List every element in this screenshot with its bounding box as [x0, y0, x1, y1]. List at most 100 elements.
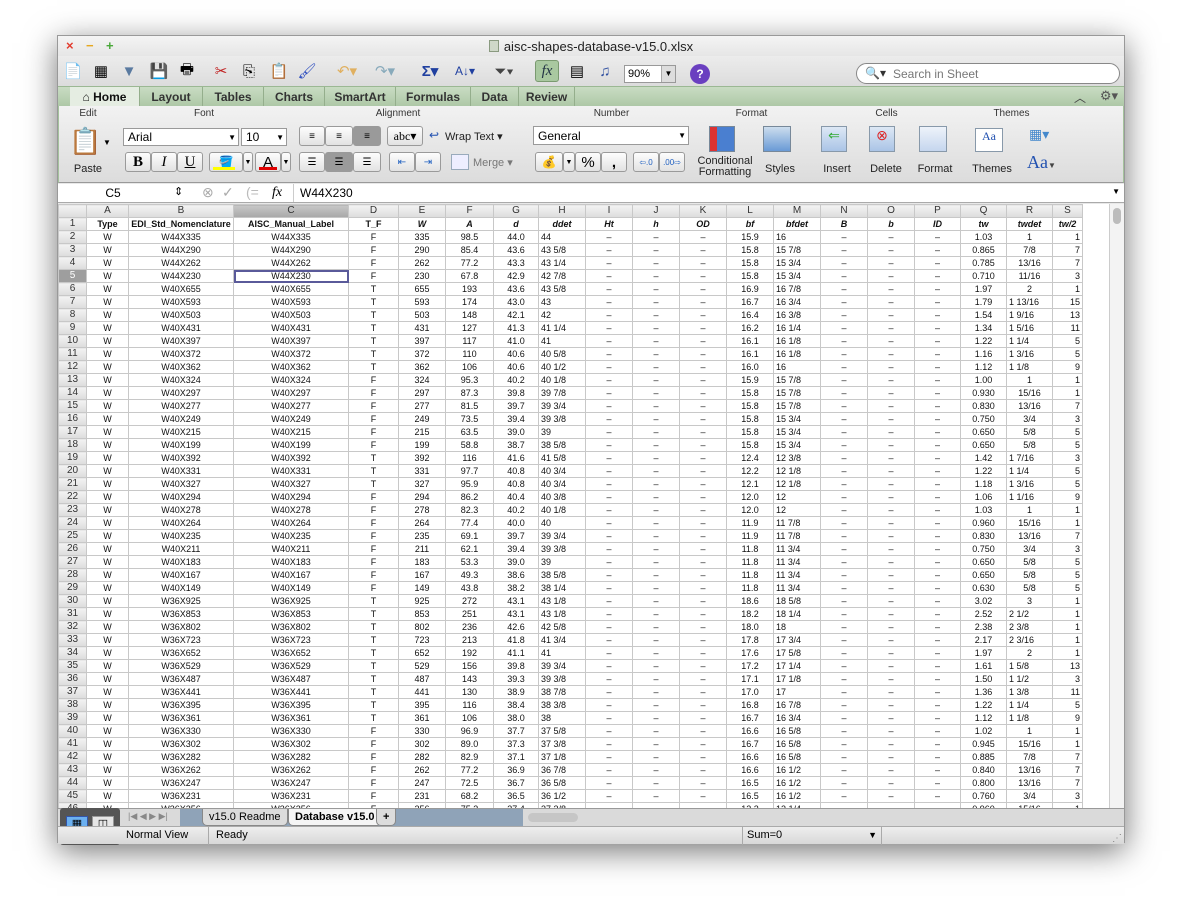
cell[interactable]: –	[585, 451, 633, 465]
cell[interactable]: –	[867, 295, 915, 309]
cell[interactable]: 1.97	[960, 282, 1007, 296]
cell[interactable]: –	[585, 360, 633, 374]
cell[interactable]: 15 3/4	[773, 425, 821, 439]
cell[interactable]: 16.8	[726, 698, 774, 712]
column-header-k[interactable]: K	[679, 204, 727, 218]
cell[interactable]: 249	[398, 412, 446, 426]
row-header[interactable]: 21	[58, 477, 87, 491]
column-header-b[interactable]: B	[128, 204, 234, 218]
cell[interactable]: W40X199	[128, 438, 234, 452]
cell[interactable]: 251	[445, 607, 494, 621]
cell[interactable]: W40X397	[233, 334, 349, 348]
cell[interactable]: 0.830	[960, 529, 1007, 543]
cell[interactable]: 3/4	[1006, 542, 1053, 556]
cell[interactable]: 43.6	[493, 282, 539, 296]
cell[interactable]: –	[679, 633, 727, 647]
cell[interactable]: 5/8	[1006, 555, 1053, 569]
cell[interactable]: 15.8	[726, 438, 774, 452]
cell[interactable]: 16.1	[726, 347, 774, 361]
cell[interactable]: F	[348, 412, 399, 426]
cell[interactable]: 5	[1052, 334, 1083, 348]
cell[interactable]: 15 7/8	[773, 386, 821, 400]
align-top-button[interactable]: ≡	[299, 126, 325, 146]
cell[interactable]: 0.840	[960, 763, 1007, 777]
align-right-button[interactable]: ☰	[353, 152, 381, 172]
cell[interactable]: –	[679, 646, 727, 660]
cell[interactable]: 1.06	[960, 490, 1007, 504]
cell[interactable]: W36X853	[233, 607, 349, 621]
column-header-e[interactable]: E	[398, 204, 446, 218]
cell[interactable]: 15 7/8	[773, 243, 821, 257]
cell[interactable]: –	[820, 490, 868, 504]
cell[interactable]: –	[632, 633, 680, 647]
cell[interactable]: –	[585, 542, 633, 556]
cell[interactable]: W36X231	[128, 789, 234, 803]
cell[interactable]: –	[632, 295, 680, 309]
cell[interactable]: 1 1/4	[1006, 334, 1053, 348]
cell[interactable]: –	[914, 464, 961, 478]
cell[interactable]: –	[820, 763, 868, 777]
cell[interactable]: W40X503	[233, 308, 349, 322]
cell[interactable]: W44X290	[128, 243, 234, 257]
cancel-icon[interactable]: ⊗	[202, 184, 214, 201]
cell[interactable]: 15 3/4	[773, 269, 821, 283]
cell[interactable]: –	[632, 321, 680, 335]
cell[interactable]: 5/8	[1006, 581, 1053, 595]
cell[interactable]: –	[914, 711, 961, 725]
spreadsheet-grid[interactable]: ABCDEFGHIJKLMNOPQRS 1 Type EDI_Std_Nomencl…	[58, 204, 1110, 808]
cell[interactable]: W40X324	[233, 373, 349, 387]
cell[interactable]: 53.3	[445, 555, 494, 569]
cell[interactable]: W40X215	[233, 425, 349, 439]
cell[interactable]: W	[86, 568, 129, 582]
cell[interactable]: –	[585, 685, 633, 699]
cell[interactable]: 43.8	[445, 581, 494, 595]
cell[interactable]: 36 1/2	[538, 789, 586, 803]
cell[interactable]: 0.630	[960, 581, 1007, 595]
underline-button[interactable]: U	[177, 152, 203, 172]
cell[interactable]: W44X290	[233, 243, 349, 257]
cell[interactable]: –	[914, 568, 961, 582]
cell[interactable]: –	[632, 334, 680, 348]
cell[interactable]: 1.50	[960, 672, 1007, 686]
cell[interactable]: –	[679, 581, 727, 595]
cell[interactable]: 16.4	[726, 308, 774, 322]
row-header[interactable]: 6	[58, 282, 87, 296]
cell[interactable]: –	[914, 737, 961, 751]
merge-button[interactable]: Merge ▾	[473, 156, 523, 169]
cell[interactable]: T	[348, 477, 399, 491]
cell[interactable]: 277	[398, 399, 446, 413]
cell[interactable]: 5	[1052, 698, 1083, 712]
cell[interactable]: –	[585, 620, 633, 634]
cell[interactable]: –	[679, 685, 727, 699]
cell[interactable]: –	[585, 464, 633, 478]
cell[interactable]: –	[820, 724, 868, 738]
cell[interactable]: 117	[445, 334, 494, 348]
cell[interactable]: W	[86, 789, 129, 803]
cell[interactable]: 441	[398, 685, 446, 699]
expand-formula-icon[interactable]: ▼	[1112, 187, 1120, 196]
cell[interactable]: 43.1	[493, 607, 539, 621]
cell[interactable]: 0.830	[960, 399, 1007, 413]
column-title[interactable]: OD	[679, 217, 727, 231]
cell[interactable]: 16.7	[726, 737, 774, 751]
cell[interactable]: –	[914, 308, 961, 322]
cell[interactable]: –	[867, 633, 915, 647]
cell[interactable]: –	[632, 347, 680, 361]
tab-tables[interactable]: Tables	[203, 87, 264, 107]
cell[interactable]: 36.9	[493, 763, 539, 777]
align-left-button[interactable]: ☰	[299, 152, 325, 172]
row-header[interactable]: 35	[58, 659, 87, 673]
cell[interactable]: W36X361	[233, 711, 349, 725]
row-header[interactable]: 11	[58, 347, 87, 361]
cell[interactable]: W44X262	[233, 256, 349, 270]
enter-icon[interactable]: ✓	[222, 184, 234, 201]
cell[interactable]: 17 5/8	[773, 646, 821, 660]
cell[interactable]: 13	[1052, 659, 1083, 673]
cell[interactable]: T	[348, 711, 399, 725]
cell[interactable]: 15.8	[726, 412, 774, 426]
cell[interactable]: 1 1/4	[1006, 464, 1053, 478]
cell[interactable]: W40X211	[233, 542, 349, 556]
cell[interactable]: 143	[445, 672, 494, 686]
cell[interactable]: 723	[398, 633, 446, 647]
cell[interactable]: 41.8	[493, 633, 539, 647]
